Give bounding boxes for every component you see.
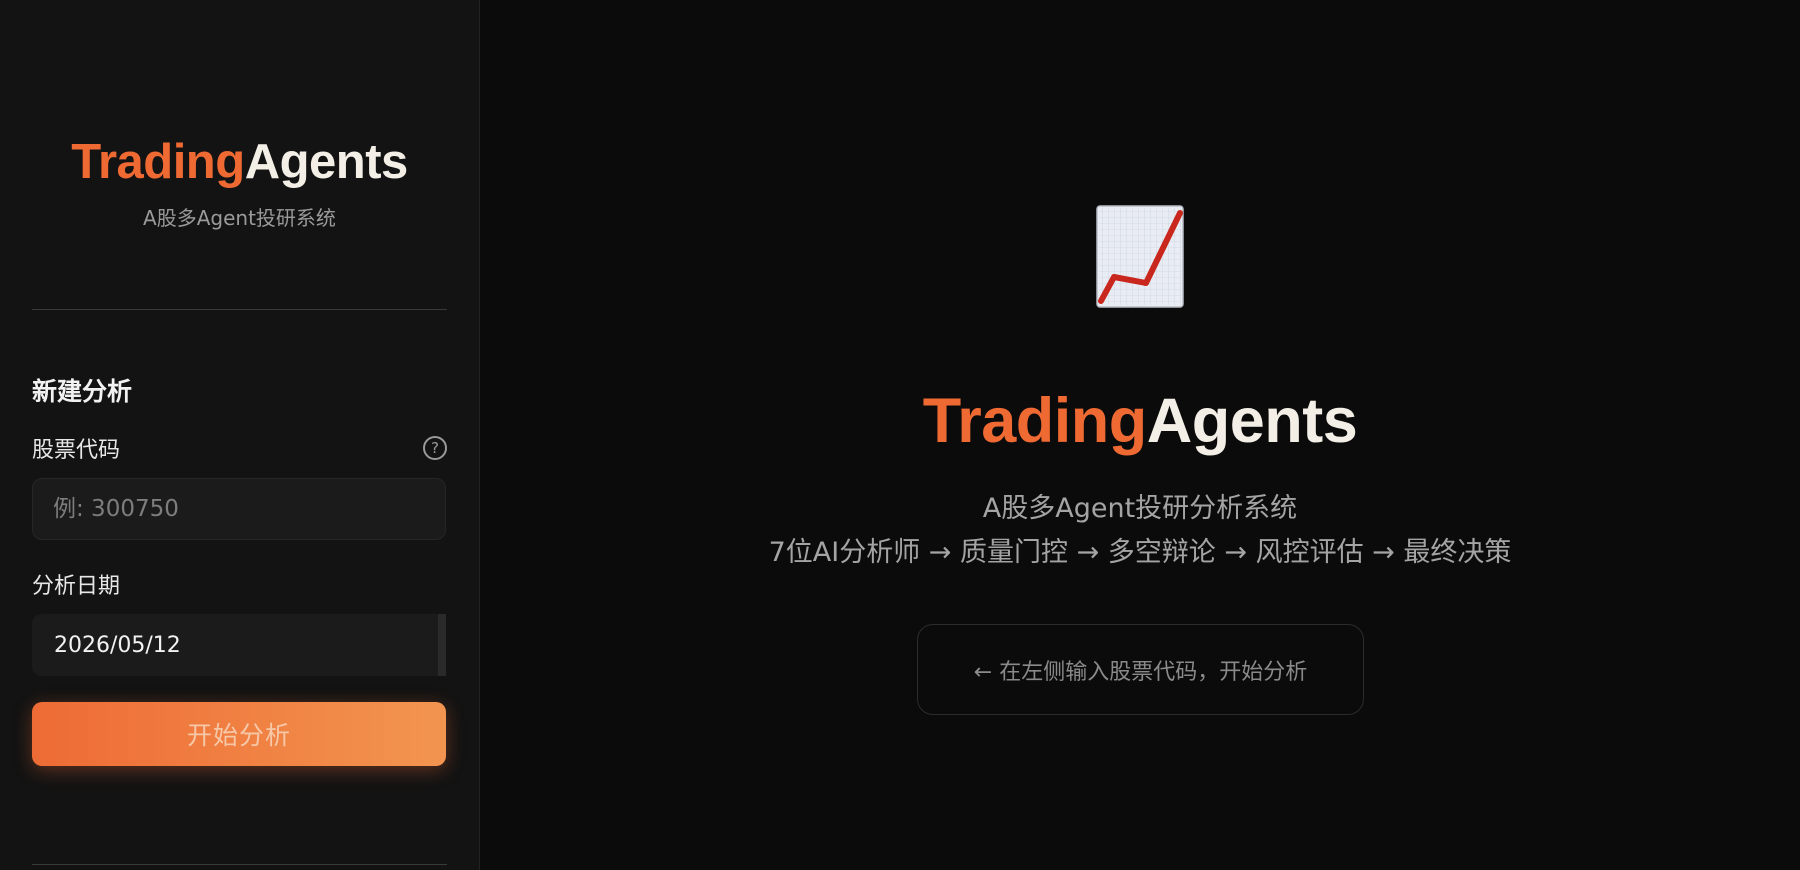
hero-title: TradingAgents (480, 386, 1800, 456)
sidebar-logo: TradingAgents (32, 134, 447, 190)
sidebar-bottom-divider (32, 864, 447, 865)
start-hint-box: ← 在左侧输入股票代码，开始分析 (917, 624, 1364, 715)
logo-word-agents: Agents (244, 135, 409, 189)
stock-code-label-row: 股票代码 ? (32, 432, 447, 464)
hero-title-agents: Agents (1146, 386, 1358, 456)
hero-title-trading: Trading (922, 386, 1148, 456)
chart-increasing-icon (1096, 205, 1184, 308)
start-analysis-button[interactable]: 开始分析 (32, 702, 446, 766)
pipeline-description: 7位AI分析师 → 质量门控 → 多空辩论 → 风控评估 → 最终决策 (768, 537, 1512, 568)
new-analysis-title: 新建分析 (32, 377, 133, 406)
date-label: 分析日期 (32, 574, 121, 599)
stock-code-input[interactable] (53, 496, 425, 522)
sidebar: TradingAgents A股多Agent投研系统 新建分析 股票代码 ? 分… (0, 0, 480, 870)
sidebar-divider (32, 309, 447, 310)
app-root: TradingAgents A股多Agent投研系统 新建分析 股票代码 ? 分… (0, 0, 1800, 870)
sidebar-subtitle: A股多Agent投研系统 (143, 206, 336, 230)
main-panel: TradingAgents A股多Agent投研分析系统 7位AI分析师 → 质… (480, 0, 1800, 870)
stock-code-label: 股票代码 (32, 438, 121, 463)
stock-code-field[interactable] (32, 478, 446, 540)
question-circle-icon[interactable]: ? (423, 436, 447, 460)
date-input[interactable]: 2026/05/12 (32, 614, 446, 676)
logo-word-trading: Trading (71, 135, 245, 189)
hero-subtitle: A股多Agent投研分析系统 (982, 493, 1298, 524)
